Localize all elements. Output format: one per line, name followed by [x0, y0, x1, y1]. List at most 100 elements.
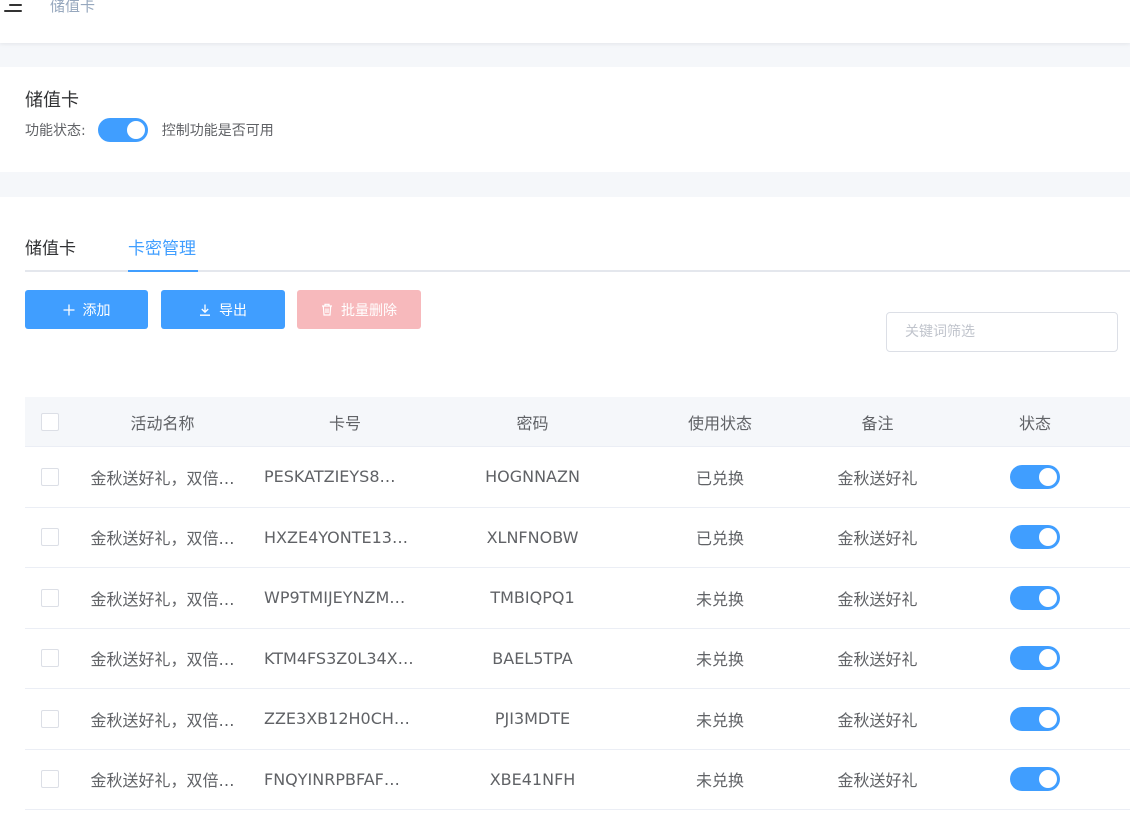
cell-password: XBE41NFH [489, 769, 576, 789]
cell-usage-status: 已兑换 [695, 468, 744, 488]
switch-knob [126, 121, 145, 139]
download-icon [199, 304, 211, 316]
active-tab-indicator [128, 270, 198, 272]
row-checkbox[interactable] [41, 588, 59, 607]
cell-status [940, 646, 1130, 671]
column-header-usage-status: 使用状态 [687, 413, 752, 433]
switch-knob [1039, 709, 1057, 728]
status-label: 功能状态: [25, 123, 86, 139]
cell-activity-name: 金秋送好礼，双倍… [90, 710, 235, 730]
select-all-checkbox[interactable] [41, 412, 59, 431]
cell-usage-status: 未兑换 [695, 650, 744, 670]
cell-remark: 金秋送好礼 [837, 529, 918, 549]
feature-status-row: 功能状态: 控制功能是否可用 [25, 117, 274, 143]
plus-icon [63, 304, 75, 316]
cell-usage-status: 已兑换 [695, 529, 744, 549]
cell-usage-status: 未兑换 [695, 589, 744, 609]
column-header-remark: 备注 [861, 413, 894, 433]
card-management-panel: 储值卡 卡密管理 添加 导出 批量删除 活动名称 卡号 密码 使用状态 备注 状… [0, 197, 1130, 817]
column-header-card-number: 卡号 [328, 413, 361, 433]
cell-password: XLNFNOBW [486, 527, 579, 547]
switch-knob [1039, 528, 1057, 547]
cell-remark: 金秋送好礼 [837, 468, 918, 488]
table-row: 金秋送好礼，双倍… FNQYINRPBFAF… XBE41NFH 未兑换 金秋送… [25, 749, 1130, 810]
export-button-label: 导出 [219, 302, 247, 319]
feature-status-switch[interactable] [97, 118, 148, 142]
feature-card: 储值卡 功能状态: 控制功能是否可用 [0, 67, 1130, 172]
cell-activity-name: 金秋送好礼，双倍… [90, 650, 235, 670]
cell-activity-name: 金秋送好礼，双倍… [90, 529, 235, 549]
cell-card-number: ZZE3XB12H0CH… [264, 709, 410, 729]
batch-delete-button[interactable]: 批量删除 [297, 290, 421, 329]
row-status-switch[interactable] [1010, 464, 1060, 489]
hamburger-icon[interactable] [4, 0, 22, 12]
row-status-switch[interactable] [1010, 525, 1060, 550]
switch-knob [1039, 588, 1057, 607]
cell-card-number: KTM4FS3Z0L34X… [264, 648, 414, 668]
cell-activity-name: 金秋送好礼，双倍… [90, 771, 235, 791]
table-row: 金秋送好礼，双倍… HXZE4YONTE13… XLNFNOBW 已兑换 金秋送… [25, 507, 1130, 568]
cell-remark: 金秋送好礼 [837, 589, 918, 609]
row-checkbox[interactable] [41, 770, 59, 789]
tab-card-secret-management[interactable]: 卡密管理 [128, 234, 196, 259]
switch-knob [1039, 770, 1057, 789]
cell-card-number: HXZE4YONTE13… [264, 527, 408, 547]
cell-status [940, 525, 1130, 550]
table-row: 金秋送好礼，双倍… ZZE3XB12H0CH… PJI3MDTE 未兑换 金秋送… [25, 689, 1130, 750]
cell-password: PJI3MDTE [494, 709, 571, 729]
table-header: 活动名称 卡号 密码 使用状态 备注 状态 [25, 397, 1130, 447]
trash-icon [321, 303, 333, 316]
tabs: 储值卡 卡密管理 [25, 230, 1130, 272]
table-row: 金秋送好礼，双倍… KTM4FS3Z0L34X… BAEL5TPA 未兑换 金秋… [25, 628, 1130, 689]
cell-password: TMBIQPQ1 [490, 588, 575, 608]
cell-remark: 金秋送好礼 [837, 710, 918, 730]
cell-activity-name: 金秋送好礼，双倍… [90, 589, 235, 609]
cell-password: HOGNNAZN [485, 467, 580, 487]
cell-remark: 金秋送好礼 [837, 771, 918, 791]
cell-password: BAEL5TPA [492, 648, 573, 668]
row-checkbox-cell [25, 588, 75, 607]
cell-activity-name: 金秋送好礼，双倍… [90, 468, 235, 488]
add-button-label: 添加 [82, 302, 111, 319]
row-status-switch[interactable] [1010, 646, 1060, 671]
cell-status [940, 464, 1130, 489]
row-checkbox-cell [25, 467, 75, 486]
row-checkbox-cell [25, 770, 75, 789]
row-checkbox-cell [25, 528, 75, 547]
row-checkbox[interactable] [41, 467, 59, 486]
cell-status [940, 706, 1130, 731]
cell-card-number: FNQYINRPBFAF… [264, 769, 400, 789]
keyword-filter-input[interactable] [886, 312, 1118, 352]
row-checkbox-cell [25, 709, 75, 728]
cell-remark: 金秋送好礼 [837, 650, 918, 670]
switch-knob [1039, 649, 1057, 668]
cell-status [940, 585, 1130, 610]
breadcrumb: 储值卡 [50, 0, 96, 15]
column-header-status: 状态 [1018, 413, 1051, 433]
column-header-password: 密码 [516, 413, 549, 433]
cell-status [940, 767, 1130, 792]
header-checkbox-cell [25, 412, 75, 431]
table-row: 金秋送好礼，双倍… WP9TMIJEYNZM… TMBIQPQ1 未兑换 金秋送… [25, 568, 1130, 629]
cell-card-number: PESKATZIEYS8… [264, 467, 396, 487]
table-row: 金秋送好礼，双倍… PESKATZIEYS8… HOGNNAZN 已兑换 金秋送… [25, 447, 1130, 508]
cell-card-number: WP9TMIJEYNZM… [264, 588, 406, 608]
export-button[interactable]: 导出 [161, 290, 285, 329]
row-status-switch[interactable] [1010, 767, 1060, 792]
status-description: 控制功能是否可用 [161, 123, 274, 139]
row-checkbox-cell [25, 649, 75, 668]
cell-usage-status: 未兑换 [695, 771, 744, 791]
tab-stored-value-card[interactable]: 储值卡 [25, 234, 76, 259]
row-checkbox[interactable] [41, 528, 59, 547]
top-navbar: 储值卡 [0, 0, 1130, 43]
row-status-switch[interactable] [1010, 706, 1060, 731]
row-checkbox[interactable] [41, 649, 59, 668]
column-header-activity-name: 活动名称 [130, 413, 195, 433]
add-button[interactable]: 添加 [25, 290, 148, 329]
row-checkbox[interactable] [41, 709, 59, 728]
batch-delete-button-label: 批量删除 [341, 302, 397, 319]
card-secret-table: 活动名称 卡号 密码 使用状态 备注 状态 金秋送好礼，双倍… PESKATZI… [25, 397, 1130, 810]
cell-usage-status: 未兑换 [695, 710, 744, 730]
row-status-switch[interactable] [1010, 585, 1060, 610]
feature-title: 储值卡 [25, 90, 79, 111]
